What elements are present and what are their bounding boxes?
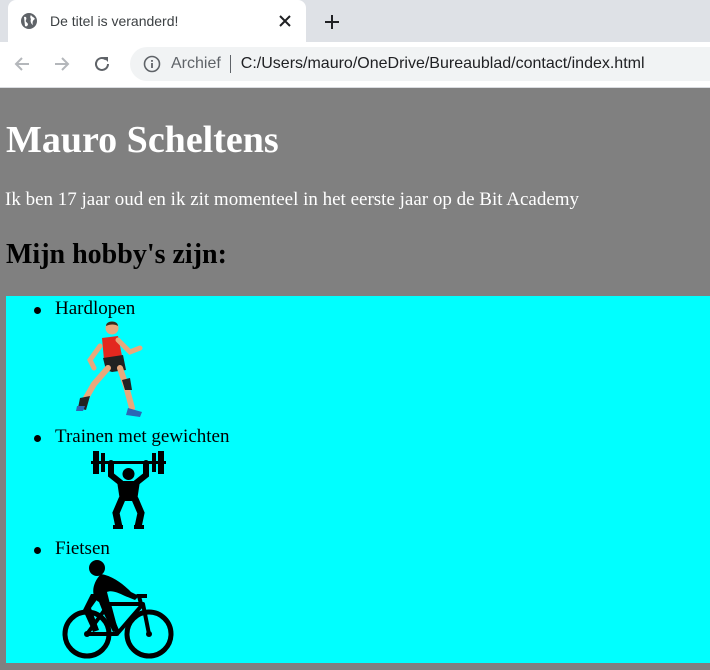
page-body: Mauro Scheltens Ik ben 17 jaar oud en ik…: [0, 88, 710, 670]
globe-icon: [20, 12, 38, 30]
reload-icon: [95, 56, 109, 71]
hobby-label: Hardlopen: [55, 298, 136, 319]
hobby-label: Fietsen: [55, 538, 110, 559]
new-tab-button[interactable]: [318, 8, 346, 36]
tab-title: De titel is veranderd!: [50, 13, 179, 29]
info-icon[interactable]: [143, 55, 161, 73]
hobby-list: Hardlopen Trainen met gewichten Fietsen: [6, 296, 710, 663]
browser-tab[interactable]: De titel is veranderd!: [8, 0, 306, 42]
arrow-left-icon: [14, 57, 29, 71]
browser-toolbar: Archief C:/Users/mauro/OneDrive/Bureaubl…: [0, 42, 710, 88]
address-separator: [229, 55, 231, 73]
page-title: Mauro Scheltens: [6, 119, 279, 161]
plus-icon: [325, 15, 339, 29]
bullet: [34, 435, 41, 442]
cyclist-image: [62, 560, 174, 659]
hobby-label: Trainen met gewichten: [55, 426, 230, 447]
tab-strip: De titel is veranderd!: [0, 0, 710, 42]
forward-button[interactable]: [48, 50, 76, 78]
runner-image: [76, 321, 143, 417]
back-button[interactable]: [8, 50, 36, 78]
reload-button[interactable]: [88, 50, 116, 78]
close-tab-icon[interactable]: [274, 10, 296, 32]
intro-text: Ik ben 17 jaar oud en ik zit momenteel i…: [5, 189, 580, 210]
arrow-right-icon: [55, 57, 70, 71]
bullet: [34, 307, 41, 314]
address-bar[interactable]: Archief C:/Users/mauro/OneDrive/Bureaubl…: [130, 47, 710, 81]
file-chip: Archief: [171, 55, 221, 72]
hobbies-heading: Mijn hobby's zijn:: [6, 239, 227, 270]
bullet: [34, 547, 41, 554]
weightlifter-image: [91, 451, 166, 529]
url-text[interactable]: C:/Users/mauro/OneDrive/Bureaublad/conta…: [241, 55, 645, 73]
